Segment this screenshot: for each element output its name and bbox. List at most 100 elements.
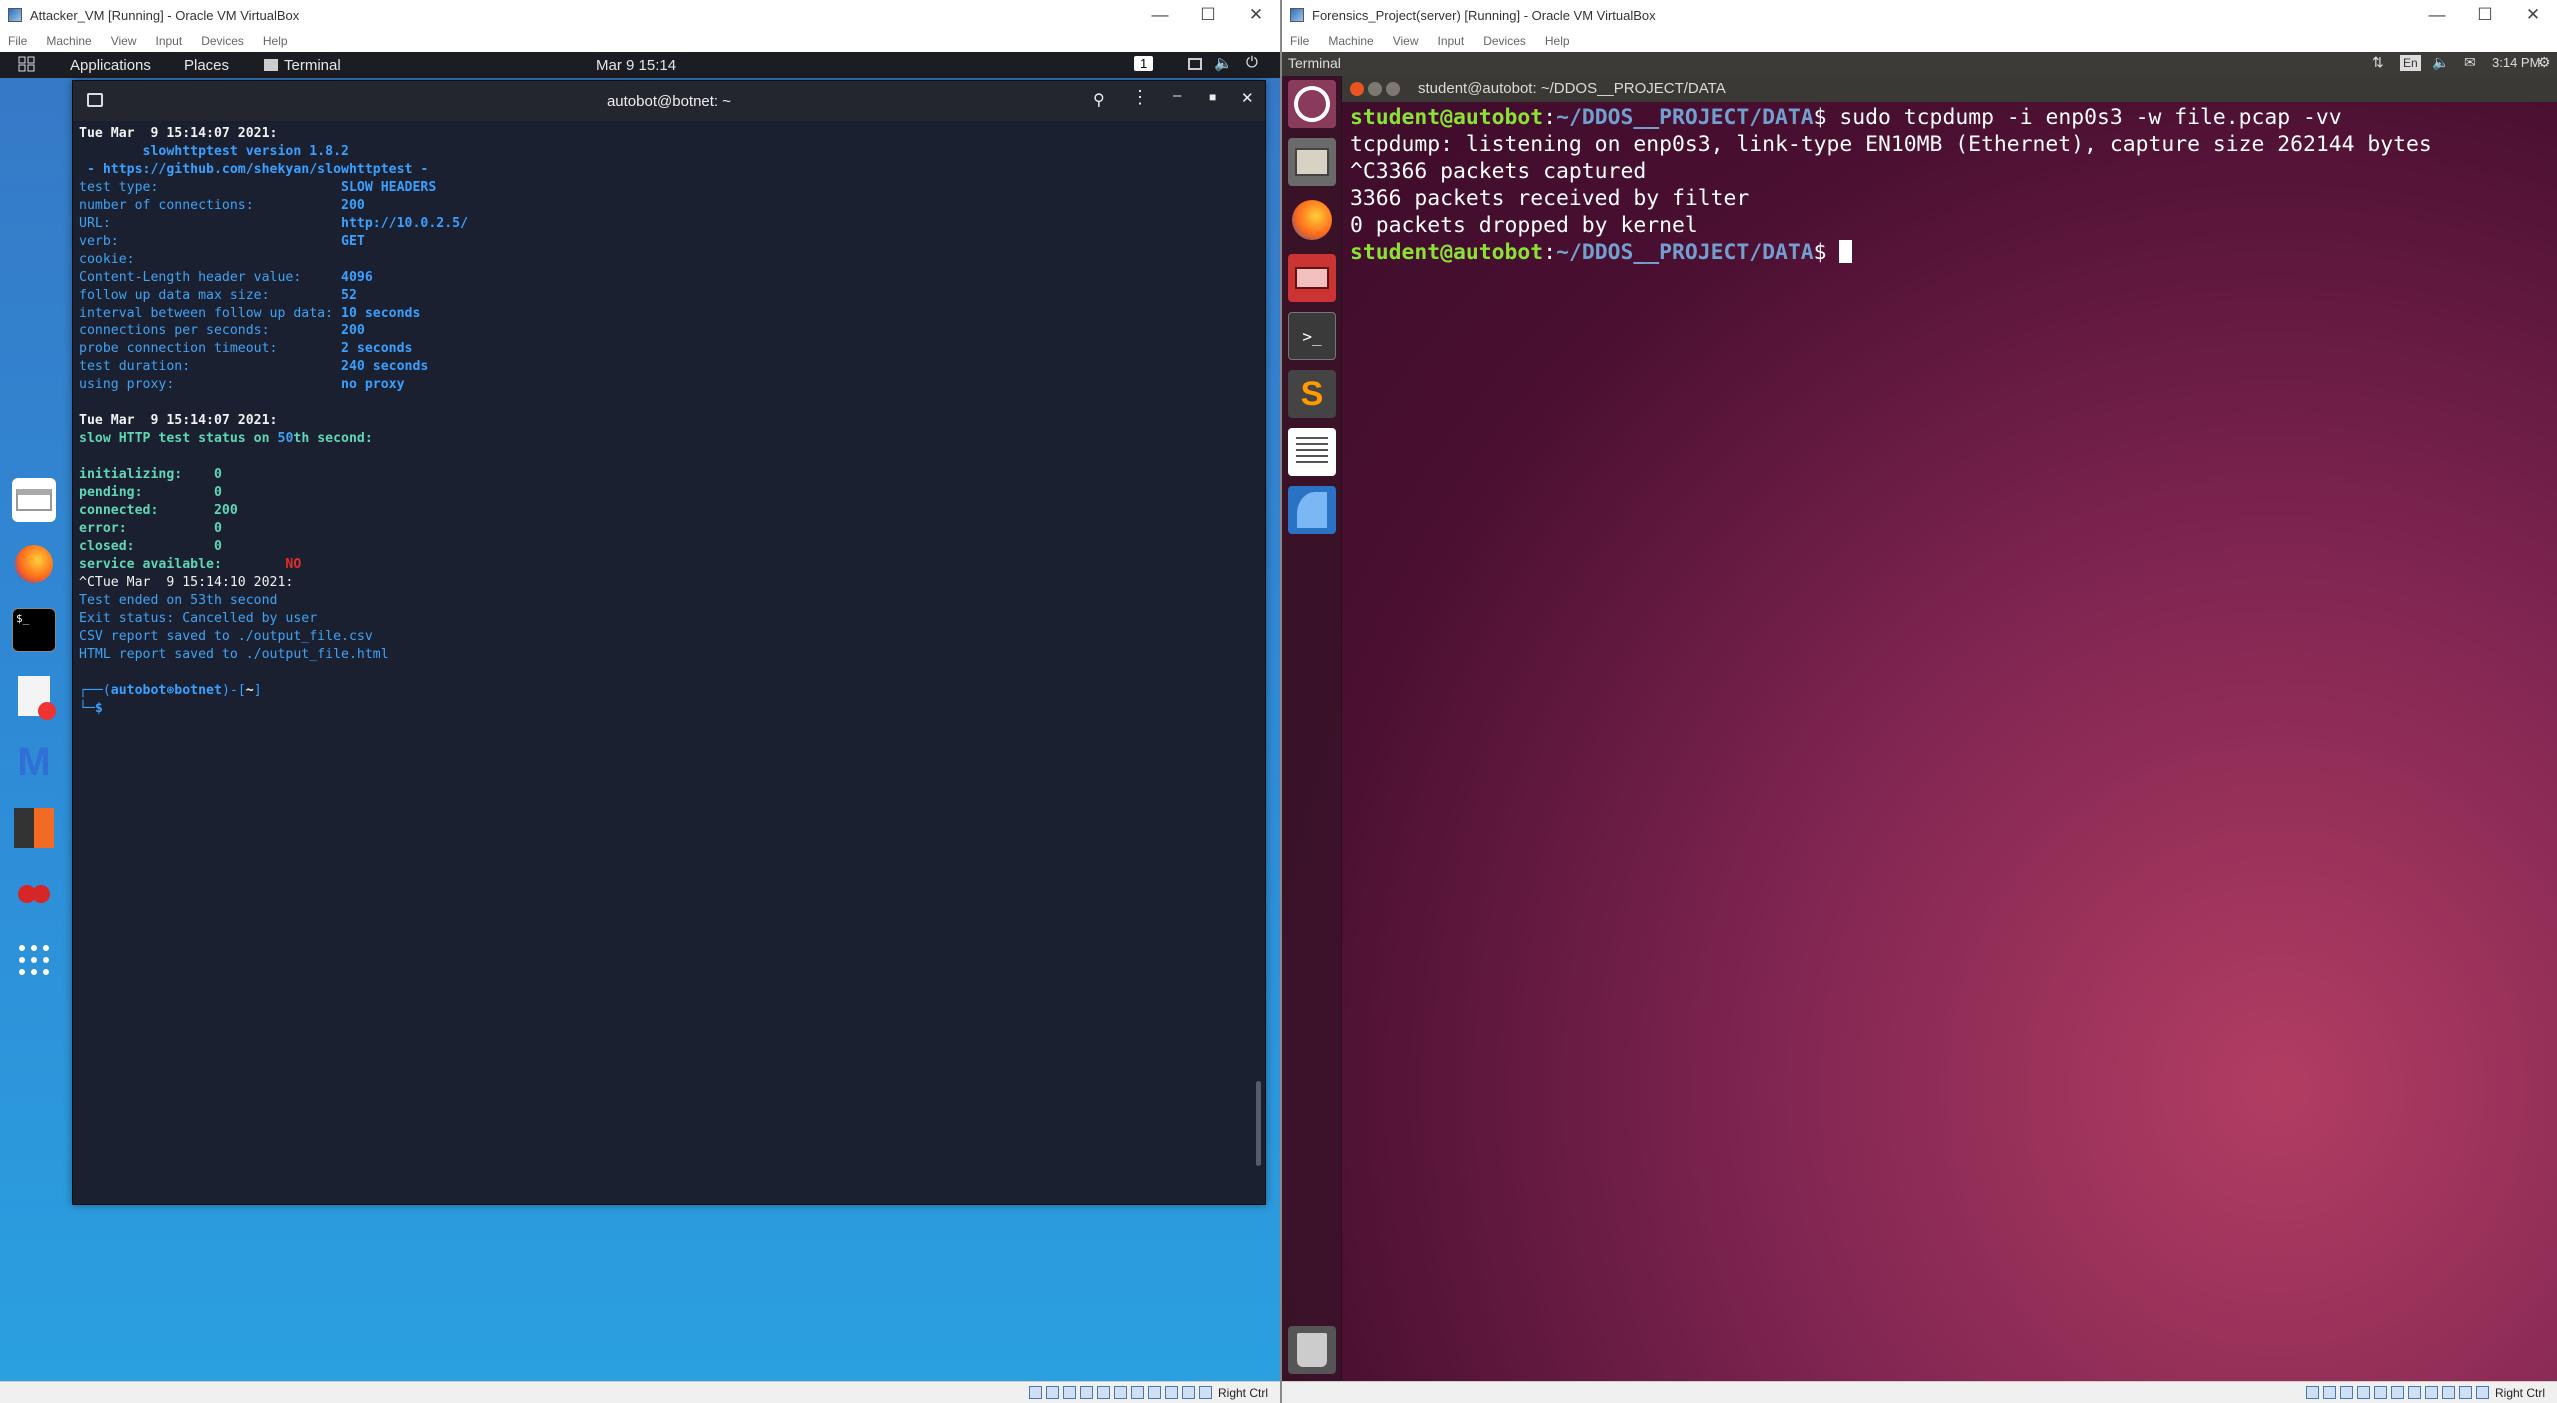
metasploit-icon[interactable]: M <box>12 740 56 784</box>
recording-icon[interactable] <box>1147 1386 1161 1399</box>
close-button[interactable]: ✕ <box>2509 0 2557 30</box>
close-button[interactable]: ✕ <box>1232 0 1280 30</box>
text-doc-icon[interactable] <box>1288 428 1336 476</box>
active-app-label[interactable]: Terminal <box>284 57 341 74</box>
vm-title-bar[interactable]: Attacker_VM [Running] - Oracle VM Virtua… <box>0 0 1280 30</box>
menu-help[interactable]: Help <box>1545 34 1570 48</box>
mail-icon[interactable]: ✉ <box>2464 54 2476 71</box>
config-key: test duration: <box>79 359 191 375</box>
hdd-icon[interactable] <box>1028 1386 1042 1399</box>
keyboard-lang-indicator[interactable]: En <box>2400 55 2421 71</box>
burpsuite-icon[interactable] <box>12 806 56 850</box>
keyboard-icon[interactable] <box>2475 1386 2489 1399</box>
app-grid-icon[interactable] <box>12 938 56 982</box>
new-tab-icon[interactable] <box>87 93 103 107</box>
prompt-user: student@autobot <box>1350 105 1544 130</box>
terminal-icon[interactable]: >_ <box>1288 312 1336 360</box>
mouse-integration-icon[interactable] <box>2458 1386 2472 1399</box>
maximize-button[interactable]: ☐ <box>2461 0 2509 30</box>
minimize-button[interactable] <box>1368 82 1382 96</box>
recording-icon[interactable] <box>2424 1386 2438 1399</box>
shell-prompt-line2: └─$ <box>79 700 103 716</box>
power-gear-icon[interactable]: ⚙ <box>2538 54 2551 71</box>
app-icon[interactable] <box>1288 254 1336 302</box>
ubuntu-dash-icon[interactable] <box>1288 80 1336 128</box>
volume-icon[interactable]: 🔈 <box>1214 54 1233 72</box>
menu-file[interactable]: File <box>8 34 27 48</box>
places-menu[interactable]: Places <box>184 57 229 74</box>
display-icon[interactable] <box>2407 1386 2421 1399</box>
panel-clock[interactable]: 3:14 PM <box>2492 55 2540 70</box>
maximize-button[interactable]: ■ <box>1209 90 1216 104</box>
terminal-icon[interactable]: $_ <box>12 608 56 652</box>
config-key: closed: <box>79 538 135 554</box>
host-key-label: Right Ctrl <box>2494 1385 2545 1400</box>
shared-folder-icon[interactable] <box>1113 1386 1127 1399</box>
power-icon[interactable]: ⏻ <box>1246 54 1258 71</box>
menu-devices[interactable]: Devices <box>201 34 244 48</box>
optical-drive-icon[interactable] <box>1045 1386 1059 1399</box>
shared-folder-icon[interactable] <box>2390 1386 2404 1399</box>
status-line: slow HTTP test status on 50th second: <box>79 430 1247 448</box>
menu-machine[interactable]: Machine <box>46 34 91 48</box>
attacker-vm-window: Attacker_VM [Running] - Oracle VM Virtua… <box>0 0 1280 1403</box>
menu-machine[interactable]: Machine <box>1328 34 1373 48</box>
cpu-icon[interactable] <box>2441 1386 2455 1399</box>
menu-view[interactable]: View <box>1393 34 1419 48</box>
vm-title-bar[interactable]: Forensics_Project(server) [Running] - Or… <box>1282 0 2557 30</box>
firefox-icon[interactable] <box>12 542 56 586</box>
keyboard-icon[interactable] <box>1198 1386 1212 1399</box>
active-app-name[interactable]: Terminal <box>1288 55 1341 71</box>
config-value: 4096 <box>341 269 373 285</box>
minimize-button[interactable]: — <box>1136 0 1184 30</box>
config-row: test duration: 240 seconds <box>79 358 1247 376</box>
workspaces-icon[interactable] <box>18 56 36 76</box>
network-arrows-icon[interactable]: ⇅ <box>2372 54 2384 71</box>
menu-kebab-icon[interactable]: ⋮ <box>1131 87 1149 108</box>
network-icon[interactable] <box>2356 1386 2370 1399</box>
menu-input[interactable]: Input <box>156 34 183 48</box>
workspace-indicator[interactable]: 1 <box>1134 56 1154 71</box>
search-icon[interactable]: ⚲ <box>1093 90 1105 110</box>
applications-menu[interactable]: Applications <box>70 57 151 74</box>
terminal-output[interactable]: student@autobot:~/DDOS__PROJECT/DATA$ su… <box>1350 104 2557 266</box>
minimize-button[interactable]: – <box>1173 87 1181 104</box>
text-editor-icon[interactable] <box>12 674 56 720</box>
menu-devices[interactable]: Devices <box>1483 34 1526 48</box>
audio-icon[interactable] <box>1062 1386 1076 1399</box>
panel-clock[interactable]: Mar 9 15:14 <box>596 57 676 74</box>
cpu-icon[interactable] <box>1164 1386 1178 1399</box>
trash-icon[interactable] <box>1288 1326 1336 1374</box>
terminal-title-bar[interactable]: student@autobot: ~/DDOS__PROJECT/DATA <box>1342 76 2557 102</box>
maximize-button[interactable] <box>1386 82 1400 96</box>
audio-icon[interactable] <box>2339 1386 2353 1399</box>
maximize-button[interactable]: ☐ <box>1184 0 1232 30</box>
launcher: >_ S <box>1282 76 1342 1381</box>
cherrytree-icon[interactable] <box>12 872 56 916</box>
scrollbar[interactable] <box>1256 1081 1261 1166</box>
close-button[interactable] <box>1350 82 1364 96</box>
config-row: cookie:​ <box>79 251 1247 269</box>
mouse-integration-icon[interactable] <box>1181 1386 1195 1399</box>
menu-help[interactable]: Help <box>263 34 288 48</box>
files-icon[interactable] <box>12 478 56 522</box>
volume-icon[interactable]: 🔈 <box>2432 54 2449 71</box>
wireshark-icon[interactable] <box>1288 486 1336 534</box>
usb-icon[interactable] <box>1096 1386 1110 1399</box>
menu-file[interactable]: File <box>1290 34 1309 48</box>
network-icon[interactable] <box>1079 1386 1093 1399</box>
firefox-icon[interactable] <box>1288 196 1336 244</box>
optical-drive-icon[interactable] <box>2322 1386 2336 1399</box>
terminal-title-bar[interactable]: autobot@botnet: ~ ⚲ ⋮ – ■ ✕ <box>73 81 1265 121</box>
terminal-output[interactable]: Tue Mar 9 15:14:07 2021: slowhttptest ve… <box>75 123 1251 1204</box>
display-icon[interactable] <box>1130 1386 1144 1399</box>
menu-input[interactable]: Input <box>1438 34 1465 48</box>
sublime-text-icon[interactable]: S <box>1288 370 1336 418</box>
close-button[interactable]: ✕ <box>1241 89 1254 107</box>
hdd-icon[interactable] <box>2305 1386 2319 1399</box>
files-icon[interactable] <box>1288 138 1336 186</box>
usb-icon[interactable] <box>2373 1386 2387 1399</box>
menu-view[interactable]: View <box>111 34 137 48</box>
display-icon[interactable] <box>1188 58 1202 70</box>
minimize-button[interactable]: — <box>2413 0 2461 30</box>
